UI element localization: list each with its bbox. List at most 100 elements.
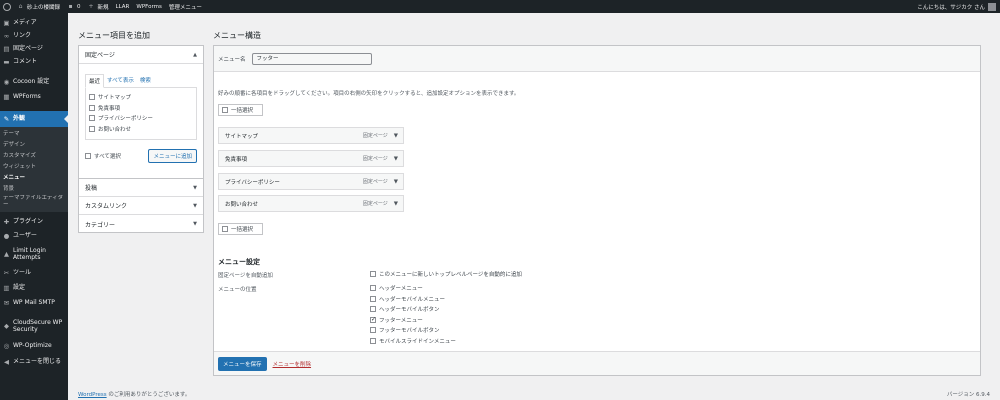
account-menu[interactable]: こんにちは、サジカク さん xyxy=(917,0,996,13)
tab-recent[interactable]: 最近 xyxy=(85,74,105,88)
wpforms-link[interactable]: WPForms xyxy=(136,4,161,10)
user-icon: ● xyxy=(3,232,10,241)
checkbox[interactable] xyxy=(370,295,376,302)
add-to-menu-button[interactable]: メニューに追加 xyxy=(148,149,197,163)
chevron-down-icon: ▼ xyxy=(193,184,197,191)
expand-arrow-icon[interactable]: ▼ xyxy=(394,156,398,162)
page-option-contact[interactable]: お問い合わせ xyxy=(89,124,193,135)
sidebar-item-cocoon[interactable]: ◉ Cocoon 設定 xyxy=(0,75,68,90)
manage-menu-link[interactable]: 管理メニュー xyxy=(169,3,202,11)
sidebar-item-media[interactable]: ▣ メディア xyxy=(0,17,68,30)
checkbox[interactable] xyxy=(89,104,95,111)
sidebar-item-appearance[interactable]: ✎ 外観 xyxy=(0,111,68,127)
checkbox[interactable] xyxy=(222,226,228,232)
location-header-menu[interactable]: ヘッダーメニュー xyxy=(370,283,456,294)
page-option-disclaimer[interactable]: 免責事項 xyxy=(89,103,193,114)
checkbox-checked[interactable] xyxy=(370,316,376,323)
tab-view-all[interactable]: すべて表示 xyxy=(104,74,137,87)
checkbox[interactable] xyxy=(89,115,95,122)
expand-arrow-icon[interactable]: ▼ xyxy=(394,133,398,139)
bulk-select-bottom[interactable]: 一括選択 xyxy=(218,223,263,235)
submenu-design[interactable]: デザイン xyxy=(0,140,68,151)
checkbox[interactable] xyxy=(370,285,376,292)
add-items-heading: メニュー項目を追加 xyxy=(78,31,150,40)
submenu-theme-editor[interactable]: テーマファイルエディター xyxy=(0,195,68,210)
chevron-up-icon: ▲ xyxy=(193,51,197,58)
delete-menu-link[interactable]: メニューを削除 xyxy=(273,360,312,368)
drag-instructions: 好みの順番に各項目をドラッグしてください。項目の右側の矢印をクリックすると、追加… xyxy=(218,91,520,97)
expand-arrow-icon[interactable]: ▼ xyxy=(394,179,398,185)
submenu-widgets[interactable]: ウィジェット xyxy=(0,162,68,173)
location-mobile-slide-in-menu[interactable]: モバイルスライドインメニュー xyxy=(370,336,456,347)
admin-bar: ⌂ 砂上の楼閣録 ▪ 0 + 新規 LLAR WPForms 管理メニュー こん… xyxy=(0,0,1000,13)
pages-list: サイトマップ 免責事項 プライバシーポリシー お問い合わせ xyxy=(85,88,197,140)
wrench-icon: ✂ xyxy=(3,268,10,277)
link-icon: ∞ xyxy=(3,32,10,40)
other-sections: 投稿 ▼ カスタムリンク ▼ カテゴリー ▼ xyxy=(78,179,204,233)
checkbox[interactable] xyxy=(370,271,376,278)
sidebar-collapse-menu[interactable]: ◀ メニューを閉じる xyxy=(0,355,68,371)
location-header-mobile-menu[interactable]: ヘッダーモバイルメニュー xyxy=(370,294,456,305)
checkbox[interactable] xyxy=(370,337,376,344)
sidebar-item-users[interactable]: ● ユーザー xyxy=(0,230,68,244)
expand-arrow-icon[interactable]: ▼ xyxy=(394,201,398,207)
auto-add-option[interactable]: このメニューに新しいトップレベルページを自動的に追加 xyxy=(370,269,522,280)
sidebar-item-wpforms[interactable]: ▦ WPForms xyxy=(0,90,68,105)
site-name-link[interactable]: ⌂ 砂上の楼閣録 xyxy=(17,3,60,11)
pages-accordion: 固定ページ ▲ 最近 すべて表示 検索 サイトマップ 免責事項 プライバシーポリ… xyxy=(78,45,204,179)
shield-icon: ◆ xyxy=(4,322,9,331)
menu-item-disclaimer[interactable]: 免責事項 固定ページ ▼ xyxy=(218,150,404,167)
menu-item-contact[interactable]: お問い合わせ 固定ページ ▼ xyxy=(218,195,404,212)
sidebar-item-wp-optimize[interactable]: ◎ WP-Optimize xyxy=(0,339,68,355)
pages-panel-footer: すべて選択 メニューに追加 xyxy=(85,149,197,163)
bulk-select-top[interactable]: 一括選択 xyxy=(218,104,263,116)
checkbox[interactable] xyxy=(370,306,376,313)
custom-links-section-header[interactable]: カスタムリンク ▼ xyxy=(79,197,203,215)
location-header-mobile-button[interactable]: ヘッダーモバイルボタン xyxy=(370,304,456,315)
submenu-customize[interactable]: カスタマイズ xyxy=(0,151,68,162)
auto-add-label: 固定ページを自動追加 xyxy=(218,273,273,279)
sidebar-item-pages[interactable]: ▤ 固定ページ xyxy=(0,43,68,56)
media-icon: ▣ xyxy=(3,19,10,27)
select-all-pages[interactable]: すべて選択 xyxy=(85,151,121,162)
appearance-submenu: テーマ デザイン カスタマイズ ウィジェット メニュー 背景 テーマファイルエデ… xyxy=(0,127,68,212)
sidebar-item-wp-mail-smtp[interactable]: ✉ WP Mail SMTP xyxy=(0,296,68,311)
wordpress-link[interactable]: WordPress xyxy=(78,392,107,398)
sidebar-item-settings[interactable]: ▥ 設定 xyxy=(0,281,68,296)
posts-section-header[interactable]: 投稿 ▼ xyxy=(79,179,203,197)
new-content-link[interactable]: + 新規 xyxy=(88,3,109,11)
page-option-privacy[interactable]: プライバシーポリシー xyxy=(89,113,193,124)
sidebar-item-links[interactable]: ∞ リンク xyxy=(0,30,68,43)
menu-settings-heading: メニュー設定 xyxy=(218,258,260,266)
tab-search[interactable]: 検索 xyxy=(137,74,154,87)
checkbox[interactable] xyxy=(89,125,95,132)
checkbox[interactable] xyxy=(85,153,91,159)
menu-name-input[interactable]: フッター xyxy=(251,52,372,65)
pages-section-header[interactable]: 固定ページ ▲ xyxy=(79,46,203,64)
pages-tabs: 最近 すべて表示 検索 xyxy=(85,74,197,88)
location-footer-menu[interactable]: フッターメニュー xyxy=(370,315,456,326)
checkbox[interactable] xyxy=(89,94,95,101)
sidebar-item-cloudsecure[interactable]: ◆ CloudSecure WP Security xyxy=(0,317,68,337)
comments-link[interactable]: ▪ 0 xyxy=(67,3,80,10)
sidebar-item-tools[interactable]: ✂ ツール xyxy=(0,266,68,281)
llar-link[interactable]: LLAR xyxy=(116,4,130,10)
wordpress-logo-icon[interactable] xyxy=(3,2,11,11)
menu-item-privacy[interactable]: プライバシーポリシー 固定ページ ▼ xyxy=(218,173,404,190)
sidebar-item-limit-login[interactable]: ▲ Limit Login Attempts xyxy=(0,244,68,266)
settings-icon: ▥ xyxy=(3,283,10,292)
menu-structure-heading: メニュー構造 xyxy=(213,31,261,40)
sidebar-item-comments[interactable]: ▬ コメント xyxy=(0,56,68,69)
submenu-themes[interactable]: テーマ xyxy=(0,129,68,140)
menu-item-sitemap[interactable]: サイトマップ 固定ページ ▼ xyxy=(218,127,404,144)
location-footer-mobile-button[interactable]: フッターモバイルボタン xyxy=(370,325,456,336)
save-menu-button[interactable]: メニューを保存 xyxy=(218,356,267,371)
page-option-sitemap[interactable]: サイトマップ xyxy=(89,92,193,103)
categories-section-header[interactable]: カテゴリー ▼ xyxy=(79,215,203,233)
menu-management-panel: メニュー名 フッター 好みの順番に各項目をドラッグしてください。項目の右側の矢印… xyxy=(213,45,981,376)
checkbox[interactable] xyxy=(370,327,376,334)
submenu-background[interactable]: 背景 xyxy=(0,184,68,195)
sidebar-item-plugins[interactable]: ✚ プラグイン xyxy=(0,216,68,230)
submenu-menus[interactable]: メニュー xyxy=(0,173,68,184)
checkbox[interactable] xyxy=(222,107,228,113)
